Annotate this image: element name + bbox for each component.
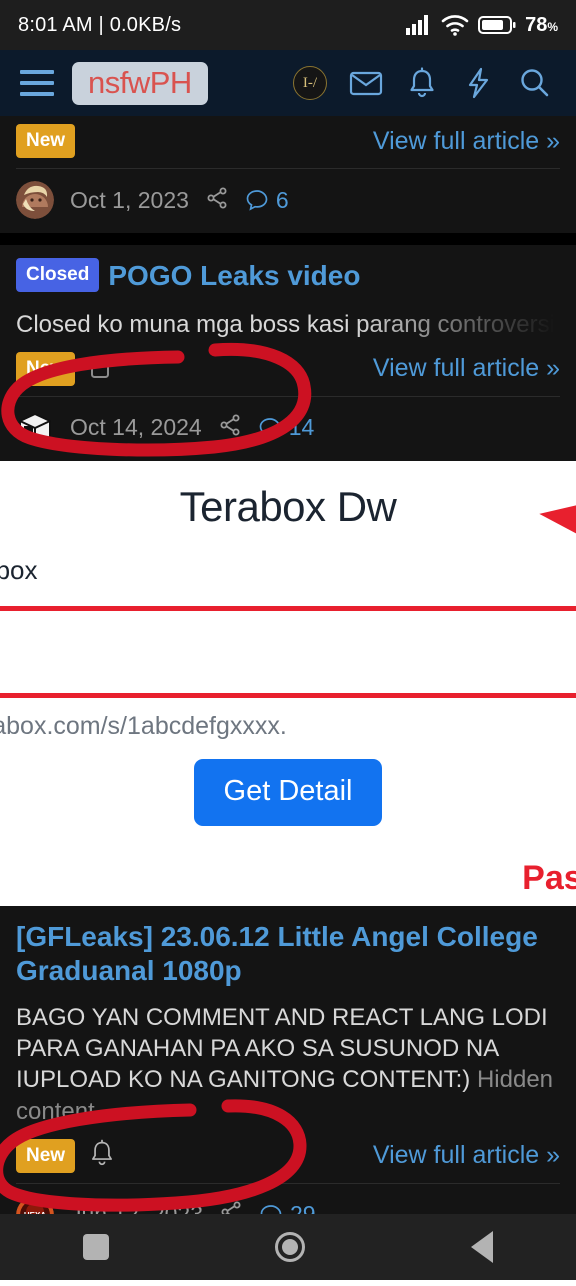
- thread-meta-row: Oct 1, 2023 6: [16, 169, 560, 233]
- hamburger-line: [20, 92, 54, 96]
- thread-actions-row: New View full article »: [16, 344, 560, 396]
- envelope-icon: [349, 71, 383, 96]
- alerts-button[interactable]: [394, 67, 450, 99]
- new-badge: New: [16, 351, 76, 386]
- thread-feed: New View full article » Oct 1, 2023 6 Cl…: [0, 116, 576, 1286]
- hamburger-menu-icon[interactable]: [14, 70, 60, 96]
- thread-title-link[interactable]: POGO Leaks video: [108, 260, 360, 291]
- view-full-article-link[interactable]: View full article »: [373, 354, 560, 383]
- view-full-article-link[interactable]: View full article »: [373, 1141, 560, 1170]
- thread-snippet: BAGO YAN COMMENT AND REACT LANG LODI PAR…: [16, 988, 560, 1131]
- thread-badges: New: [16, 124, 76, 158]
- thread-title-link[interactable]: [GFLeaks] 23.06.12 Little Angel College …: [16, 921, 538, 986]
- thread-actions-row: New View full article »: [16, 116, 560, 168]
- preview-url-text: erabox.com/s/1abcdefgxxxx.: [0, 711, 287, 740]
- preview-title: Terabox Dw: [179, 482, 397, 530]
- bell-icon: [410, 67, 434, 98]
- forum-header-bar: nsfwPH I-/: [0, 50, 576, 116]
- hamburger-line: [20, 70, 54, 74]
- thread-badges: New: [16, 351, 111, 386]
- whats-new-button[interactable]: [450, 67, 506, 99]
- comment-bubble-icon: [259, 417, 281, 439]
- status-bar-right: 78%: [406, 14, 558, 37]
- thread-meta-row: Oct 14, 2024 14: [16, 397, 560, 461]
- thread-snippet: Closed ko muna mga boss kasi parang cont…: [16, 310, 560, 338]
- thread-badges: New: [16, 1138, 115, 1173]
- share-icon[interactable]: [205, 186, 229, 215]
- triangle-back-icon[interactable]: [471, 1231, 493, 1263]
- home-dot: [282, 1239, 298, 1255]
- 3d-box-avatar[interactable]: [16, 409, 54, 447]
- thread-snippet-text: BAGO YAN COMMENT AND REACT LANG LODI PAR…: [16, 1004, 548, 1094]
- thread-actions-row: New View full article »: [16, 1131, 560, 1183]
- thread-item-partial[interactable]: New View full article » Oct 1, 2023 6: [0, 116, 576, 233]
- header-account-button[interactable]: I-/: [282, 66, 338, 100]
- preview-button-wrap: Get Detail: [0, 741, 576, 832]
- status-separator: |: [98, 13, 104, 36]
- thread-item-pogo-leaks[interactable]: Closed POGO Leaks video Closed ko muna mg…: [0, 245, 576, 461]
- signal-icon: [406, 15, 429, 35]
- circle-home-icon[interactable]: [275, 1232, 305, 1262]
- status-network-speed: 0.0KB/s: [109, 13, 182, 36]
- thread-date: Oct 14, 2024: [70, 414, 202, 441]
- android-status-bar: 8:01 AM | 0.0KB/s 78%: [0, 0, 576, 50]
- wifi-icon: [441, 15, 469, 36]
- hamburger-line: [20, 81, 54, 85]
- comment-bubble-icon: [246, 190, 268, 211]
- lock-icon: [89, 353, 111, 384]
- square-recents-icon[interactable]: [83, 1234, 109, 1260]
- new-badge: New: [16, 124, 76, 158]
- bell-icon[interactable]: [89, 1139, 115, 1172]
- share-icon[interactable]: [218, 413, 242, 442]
- preview-rule: [0, 692, 576, 698]
- search-icon: [521, 69, 549, 97]
- lightning-bolt-icon: [468, 67, 489, 99]
- search-button[interactable]: [506, 67, 562, 99]
- anime-character-avatar[interactable]: [16, 181, 54, 219]
- battery-percent: 78%: [525, 13, 558, 36]
- get-detail-button[interactable]: Get Detail: [193, 758, 383, 826]
- comment-count: 14: [288, 414, 315, 441]
- site-logo[interactable]: nsfwPH: [72, 61, 208, 105]
- preview-rule: [0, 605, 576, 611]
- android-nav-bar: [0, 1214, 576, 1280]
- attached-preview-image[interactable]: Terabox Dw erabox erabox.com/s/1abcdefgx…: [0, 460, 576, 906]
- comment-count-group[interactable]: 14: [258, 414, 315, 441]
- preview-paste-label: Past: [522, 858, 576, 897]
- comment-count: 6: [275, 186, 289, 213]
- user-avatar: I-/: [293, 66, 327, 100]
- new-badge: New: [16, 1138, 76, 1173]
- battery-icon: [478, 16, 516, 34]
- view-full-article-link[interactable]: View full article »: [373, 127, 560, 156]
- thread-title-row: [GFLeaks] 23.06.12 Little Angel College …: [16, 906, 560, 988]
- thread-title-row: Closed POGO Leaks video: [16, 245, 560, 295]
- status-time: 8:01 AM: [18, 13, 93, 36]
- preview-input-gap: [0, 621, 576, 683]
- header-icon-group: I-/: [282, 66, 562, 100]
- status-bar-left: 8:01 AM | 0.0KB/s: [18, 14, 181, 37]
- preview-subtitle: erabox: [0, 554, 38, 585]
- thread-item-gfleaks[interactable]: [GFLeaks] 23.06.12 Little Angel College …: [0, 905, 576, 1248]
- feed-gap: [0, 233, 576, 245]
- thread-date: Oct 1, 2023: [70, 186, 189, 213]
- comment-count-group[interactable]: 6: [245, 187, 289, 214]
- closed-badge: Closed: [16, 257, 100, 292]
- inbox-button[interactable]: [338, 69, 394, 97]
